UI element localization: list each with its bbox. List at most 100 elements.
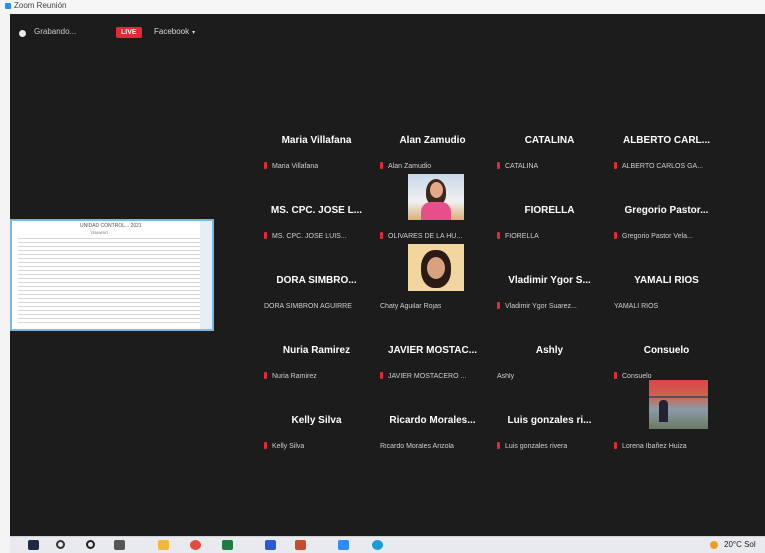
participant-name-text: Nuria Ramirez: [272, 373, 317, 380]
muted-mic-icon: [614, 372, 617, 379]
participant-tile[interactable]: OLIVARES DE LA HU...: [375, 188, 490, 246]
participant-name-text: Lorena Ibañez Huiza: [622, 443, 687, 450]
live-platform-label: Facebook: [154, 27, 190, 36]
participant-display-name: Luis gonzales ri...: [507, 415, 592, 426]
muted-mic-icon: [614, 232, 617, 239]
participant-display-name: Consuelo: [643, 345, 690, 356]
excel-icon[interactable]: [222, 540, 233, 550]
participant-tile[interactable]: Lorena Ibañez Huiza: [609, 398, 724, 456]
participant-name-label: Kelly Silva: [264, 442, 304, 450]
participant-display-name: JAVIER MOSTAC...: [387, 345, 478, 356]
muted-mic-icon: [497, 302, 500, 309]
participant-name-text: Ricardo Morales Arizola: [380, 443, 454, 450]
participant-display-name: Alan Zamudio: [399, 135, 466, 146]
participant-tile[interactable]: Luis gonzales ri... Luis gonzales rivera: [492, 398, 607, 456]
participant-tile[interactable]: YAMALI RIOS YAMALI RIOS: [609, 258, 724, 316]
participant-display-name: Ricardo Morales...: [389, 415, 476, 426]
shared-doc-sidebar: [200, 221, 212, 329]
participant-tile[interactable]: DORA SIMBRO... DORA SIMBRON AGUIRRE: [259, 258, 374, 316]
recording-label: Grabando...: [34, 27, 77, 36]
participant-display-name: CATALINA: [524, 135, 575, 146]
participant-name-label: YAMALI RIOS: [614, 303, 658, 310]
participant-tile[interactable]: Maria Villafana Maria Villafana: [259, 118, 374, 176]
cortana-icon[interactable]: [86, 540, 95, 549]
participant-name-text: Maria Villafana: [272, 163, 319, 170]
muted-mic-icon: [380, 162, 383, 169]
search-icon[interactable]: [56, 540, 65, 549]
muted-mic-icon: [497, 232, 500, 239]
participant-tile[interactable]: Gregorio Pastor... Gregorio Pastor Vela..…: [609, 188, 724, 246]
participant-tile[interactable]: FIORELLA FIORELLA: [492, 188, 607, 246]
participant-tile[interactable]: Nuria Ramirez Nuria Ramirez: [259, 328, 374, 386]
participant-name-label: CATALINA: [497, 162, 538, 170]
windows-taskbar: 20°C Sol: [10, 536, 765, 553]
participant-display-name: Vladimir Ygor S...: [508, 275, 591, 286]
participant-name-label: JAVIER MOSTACERO ...: [380, 372, 466, 380]
participant-name-text: Kelly Silva: [272, 443, 305, 450]
live-platform-menu[interactable]: Facebook ▾: [154, 27, 195, 36]
participant-display-name: ALBERTO CARL...: [622, 135, 711, 146]
participant-name-text: JAVIER MOSTACERO ...: [388, 373, 467, 380]
participant-tile[interactable]: ALBERTO CARL... ALBERTO CARLOS GA...: [609, 118, 724, 176]
participant-name-text: ALBERTO CARLOS GA...: [622, 163, 704, 170]
participant-tile[interactable]: Ricardo Morales... Ricardo Morales Arizol…: [375, 398, 490, 456]
participant-tile[interactable]: CATALINA CATALINA: [492, 118, 607, 176]
participant-tile[interactable]: Chaty Aguilar Rojas: [375, 258, 490, 316]
task-view-icon[interactable]: [114, 540, 125, 550]
window-titlebar: Zoom Reunión: [0, 0, 765, 12]
participant-display-name: YAMALI RIOS: [634, 275, 699, 286]
participant-tile[interactable]: Consuelo Consuelo: [609, 328, 724, 386]
participant-tile[interactable]: Kelly Silva Kelly Silva: [259, 398, 374, 456]
participant-name-label: Ashly: [497, 373, 514, 380]
participant-name-label: ALBERTO CARLOS GA...: [614, 162, 703, 170]
muted-mic-icon: [380, 232, 383, 239]
participant-name-text: FIORELLA: [505, 233, 539, 240]
muted-mic-icon: [380, 372, 383, 379]
participant-name-label: Lorena Ibañez Huiza: [614, 442, 687, 450]
zoom-icon[interactable]: [338, 540, 349, 550]
participant-name-text: Vladimir Ygor Suarez...: [505, 303, 577, 310]
participant-display-name: Maria Villafana: [281, 135, 352, 146]
shared-doc-title: UNIDAD CONTROL... 2021: [80, 223, 142, 229]
live-badge[interactable]: LIVE: [116, 27, 142, 38]
participant-display-name: FIORELLA: [524, 205, 575, 216]
participant-name-label: Luis gonzales rivera: [497, 442, 567, 450]
participant-name-text: MS. CPC. JOSE LUIS...: [272, 233, 347, 240]
participant-tile[interactable]: JAVIER MOSTAC... JAVIER MOSTACERO ...: [375, 328, 490, 386]
shared-screen-thumbnail[interactable]: UNIDAD CONTROL... 2021 TEMARIO: [10, 219, 214, 331]
muted-mic-icon: [614, 162, 617, 169]
windows-start-icon[interactable]: [28, 540, 39, 550]
participant-name-label: OLIVARES DE LA HU...: [380, 232, 462, 240]
participant-tile[interactable]: MS. CPC. JOSE L... MS. CPC. JOSE LUIS...: [259, 188, 374, 246]
participant-display-name: MS. CPC. JOSE L...: [270, 205, 363, 216]
participant-name-text: Luis gonzales rivera: [505, 443, 568, 450]
participant-name-text: Gregorio Pastor Vela...: [622, 233, 693, 240]
muted-mic-icon: [614, 442, 617, 449]
participant-name-text: DORA SIMBRON AGUIRRE: [264, 303, 352, 310]
weather-sun-icon[interactable]: [710, 541, 718, 549]
word-icon[interactable]: [265, 540, 276, 550]
chrome-icon[interactable]: [190, 540, 201, 550]
participant-name-label: Chaty Aguilar Rojas: [380, 303, 441, 310]
participant-display-name: Gregorio Pastor...: [624, 205, 709, 216]
participant-name-text: OLIVARES DE LA HU...: [388, 233, 463, 240]
participant-tile[interactable]: Alan Zamudio Alan Zamudio: [375, 118, 490, 176]
participant-tile[interactable]: Ashly Ashly: [492, 328, 607, 386]
weather-text[interactable]: 20°C Sol: [724, 540, 756, 549]
participant-name-text: Ashly: [497, 373, 515, 380]
participant-name-text: Chaty Aguilar Rojas: [380, 303, 442, 310]
window-title: Zoom Reunión: [14, 1, 67, 10]
participant-name-label: Vladimir Ygor Suarez...: [497, 302, 577, 310]
powerpoint-icon[interactable]: [295, 540, 306, 550]
muted-mic-icon: [264, 442, 267, 449]
file-explorer-icon[interactable]: [158, 540, 169, 550]
muted-mic-icon: [264, 372, 267, 379]
muted-mic-icon: [264, 232, 267, 239]
participant-name-label: Ricardo Morales Arizola: [380, 443, 454, 450]
meeting-topbar: Grabando... LIVE Facebook ▾: [10, 14, 765, 52]
participant-name-label: Nuria Ramirez: [264, 372, 317, 380]
participant-tile[interactable]: Vladimir Ygor S... Vladimir Ygor Suarez..…: [492, 258, 607, 316]
muted-mic-icon: [497, 162, 500, 169]
shared-doc-subtitle: TEMARIO: [90, 230, 109, 235]
edge-icon[interactable]: [372, 540, 383, 550]
